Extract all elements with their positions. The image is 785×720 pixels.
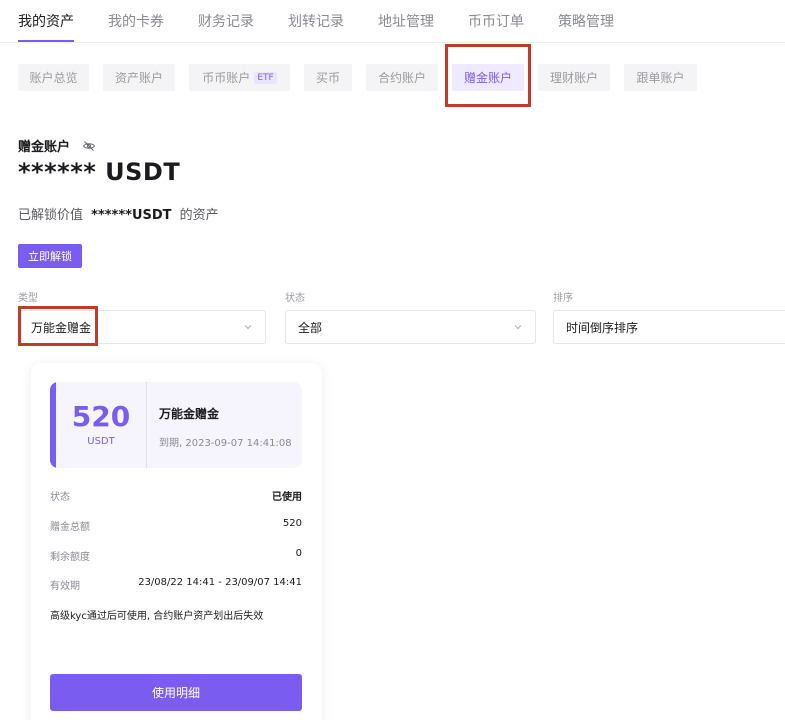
bonus-note: 高级kyc通过后可使用, 合约账户资产划出后失效 xyxy=(50,611,264,622)
sort-select-value: 时间倒序排序 xyxy=(566,320,639,335)
tab-finance-records[interactable]: 财务记录 xyxy=(198,0,254,42)
bonus-amount-block: 520 USDT xyxy=(56,382,146,448)
row-key: 剩余额度 xyxy=(50,552,90,563)
row-key: 状态 xyxy=(50,492,70,503)
chevron-down-icon xyxy=(244,325,252,330)
bonus-row-remaining: 剩余额度 0 xyxy=(50,548,302,563)
top-tabs: 我的资产 我的卡券 财务记录 划转记录 地址管理 币币订单 策略管理 xyxy=(18,0,648,42)
bonus-title: 万能金赠金 xyxy=(159,407,220,421)
subtab-spot-account[interactable]: 币币账户 ETF xyxy=(189,64,290,91)
subtab-bonus-account[interactable]: 赠金账户 xyxy=(452,64,524,91)
status-select-value: 全部 xyxy=(298,320,323,335)
chevron-down-icon xyxy=(514,325,522,330)
tab-my-assets[interactable]: 我的资产 xyxy=(18,0,74,42)
account-balance: ****** USDT xyxy=(18,158,181,186)
type-select-value: 万能金赠金 xyxy=(31,320,92,335)
bonus-card-header: 520 USDT 万能金赠金 到期, 2023-09-07 14:41:08 xyxy=(50,382,302,468)
bonus-row-status: 状态 已使用 xyxy=(50,488,302,503)
row-value: 0 xyxy=(295,548,302,559)
usage-details-button[interactable]: 使用明细 xyxy=(50,674,302,711)
top-divider xyxy=(0,42,785,43)
status-select[interactable]: 全部 xyxy=(285,310,536,344)
subtab-earn-account[interactable]: 理财账户 xyxy=(538,64,610,91)
bonus-card: 520 USDT 万能金赠金 到期, 2023-09-07 14:41:08 状… xyxy=(31,363,322,720)
subtab-asset-account[interactable]: 资产账户 xyxy=(103,64,175,91)
unlock-now-button[interactable]: 立即解锁 xyxy=(18,244,82,268)
sort-select[interactable]: 时间倒序排序 xyxy=(553,310,785,344)
unlocked-value: ******USDT xyxy=(91,208,172,223)
account-header: 赠金账户 xyxy=(18,136,96,155)
subtab-copy-trading-account[interactable]: 跟单账户 xyxy=(624,64,697,91)
subtab-overview[interactable]: 账户总览 xyxy=(18,64,89,91)
tab-my-coupons[interactable]: 我的卡券 xyxy=(108,0,164,42)
type-filter-label: 类型 xyxy=(18,293,38,304)
bonus-expiry: 到期, 2023-09-07 14:41:08 xyxy=(159,438,292,449)
unlocked-prefix: 已解锁价值 xyxy=(18,208,84,223)
eye-hidden-icon[interactable] xyxy=(82,139,96,153)
bonus-amount: 520 xyxy=(71,400,131,433)
row-value: 520 xyxy=(282,518,302,529)
bonus-row-total: 赠金总额 520 xyxy=(50,518,302,533)
subtab-buy-crypto[interactable]: 买币 xyxy=(304,64,352,91)
sort-filter-label: 排序 xyxy=(553,293,573,304)
etf-badge: ETF xyxy=(254,71,277,84)
tab-strategy-management[interactable]: 策略管理 xyxy=(558,0,614,42)
unlocked-value-line: 已解锁价值 ******USDT 的资产 xyxy=(18,204,219,223)
bonus-unit: USDT xyxy=(87,436,115,447)
tab-spot-orders[interactable]: 币币订单 xyxy=(468,0,524,42)
subtab-futures-account[interactable]: 合约账户 xyxy=(366,64,438,91)
bonus-card-divider xyxy=(146,382,147,468)
row-key: 赠金总额 xyxy=(50,522,90,533)
status-filter-label: 状态 xyxy=(285,293,305,304)
type-select[interactable]: 万能金赠金 xyxy=(18,310,266,344)
account-label: 赠金账户 xyxy=(18,140,71,155)
bonus-row-validity: 有效期 23/08/22 14:41 - 23/09/07 14:41 xyxy=(50,577,302,592)
unlocked-suffix: 的资产 xyxy=(179,208,219,223)
account-sub-tabs: 账户总览 资产账户 币币账户 ETF 买币 合约账户 赠金账户 理财账户 跟单账… xyxy=(0,64,785,92)
row-value: 已使用 xyxy=(272,492,302,503)
row-key: 有效期 xyxy=(50,581,80,592)
row-value: 23/08/22 14:41 - 23/09/07 14:41 xyxy=(138,577,302,588)
subtab-spot-account-label: 币币账户 xyxy=(202,71,251,85)
tab-address-management[interactable]: 地址管理 xyxy=(378,0,434,42)
tab-transfer-records[interactable]: 划转记录 xyxy=(288,0,344,42)
